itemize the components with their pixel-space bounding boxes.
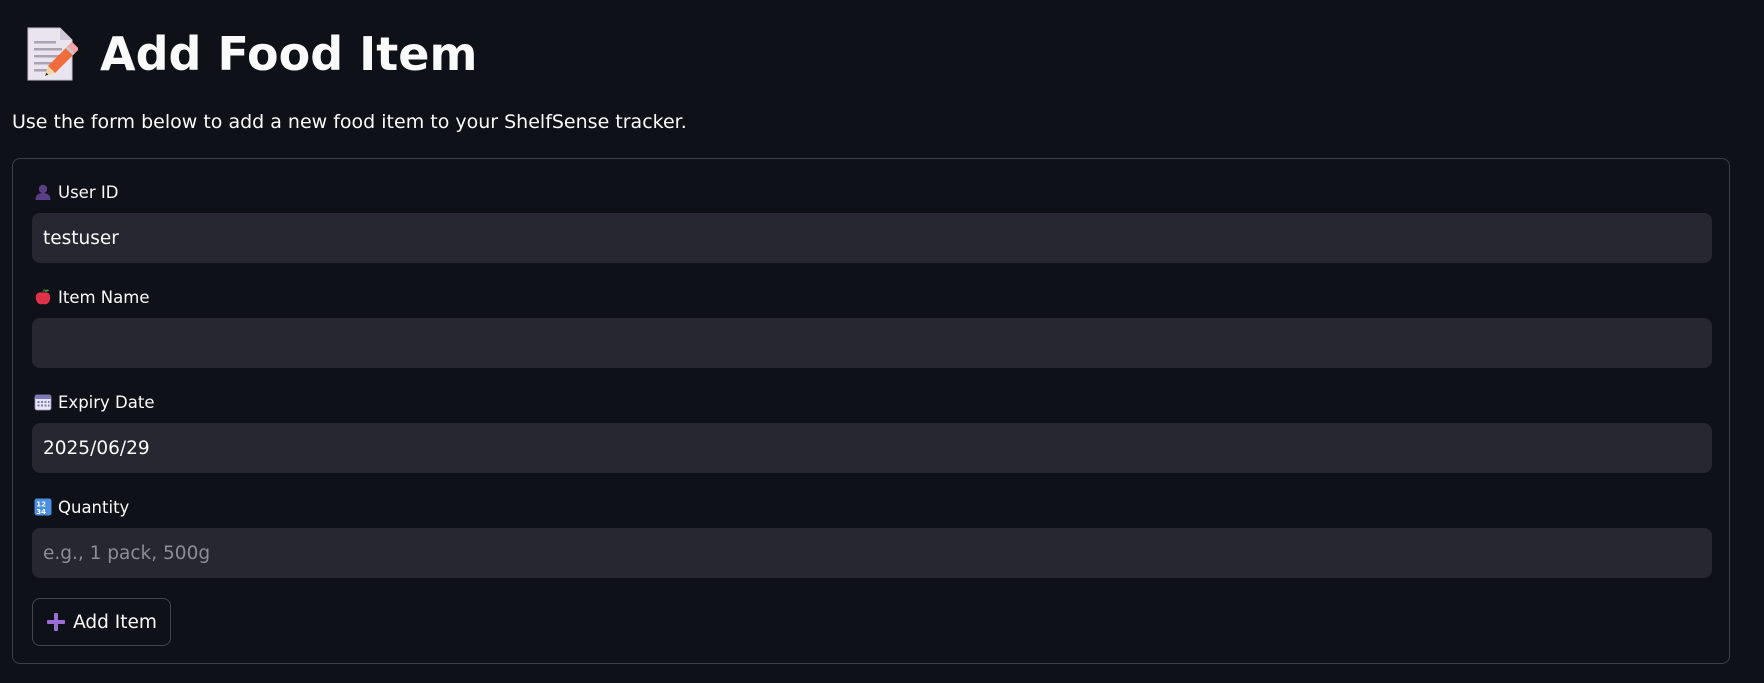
user-id-label: User ID [34,181,118,203]
expiry-date-input[interactable] [32,423,1712,473]
memo-icon [27,27,78,81]
numbers-icon: 12 34 [34,498,52,516]
quantity-label-text: Quantity [58,497,130,517]
page-header: Add Food Item [24,22,477,86]
page: Add Food Item Use the form below to add … [0,0,1764,683]
page-subtitle: Use the form below to add a new food ite… [12,111,687,133]
user-silhouette-icon [35,184,51,200]
apple-icon [35,288,51,305]
user-id-input[interactable] [32,213,1712,263]
item-name-label: Item Name [34,286,149,308]
expiry-date-label-text: Expiry Date [58,392,155,412]
add-item-button-label: Add Item [73,611,157,633]
quantity-input[interactable] [32,528,1712,578]
item-name-input[interactable] [32,318,1712,368]
plus-icon [47,613,66,631]
quantity-label: 12 34 Quantity [34,496,129,518]
user-id-label-text: User ID [58,182,119,202]
add-item-button[interactable]: Add Item [32,598,171,646]
expiry-date-label: Expiry Date [34,391,154,413]
add-item-form: User ID Item Name [12,158,1730,664]
svg-text:34: 34 [36,508,46,516]
calendar-icon [34,394,52,411]
page-title: Add Food Item [100,27,478,81]
item-name-label-text: Item Name [58,287,150,307]
